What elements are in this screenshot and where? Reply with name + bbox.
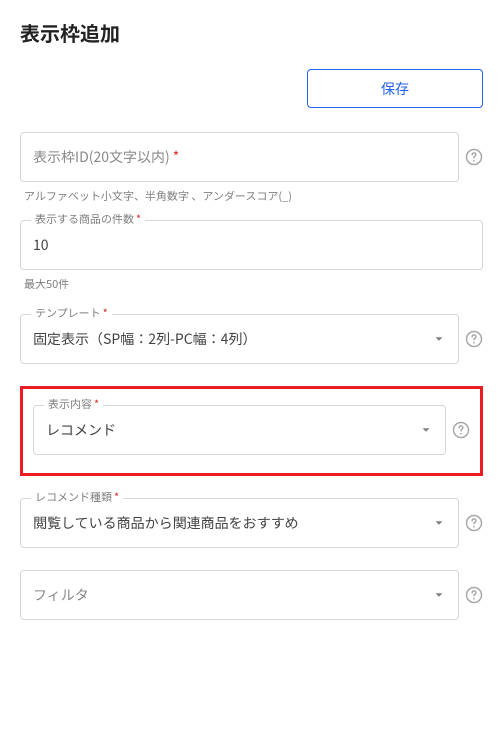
chevron-down-icon [419, 423, 433, 437]
item-count-hint: 最大50件 [24, 276, 483, 292]
item-count-wrap[interactable]: 表示する商品の件数 * [20, 220, 483, 270]
field-slot-id: 表示枠ID(20文字以内) * アルファベット小文字、半角数字 、アンダースコア… [20, 132, 483, 204]
help-icon[interactable] [465, 330, 483, 348]
field-filter: フィルタ [20, 570, 483, 620]
content-value: レコメンド [46, 420, 116, 440]
chevron-down-icon [432, 516, 446, 530]
slot-id-label: 表示枠ID(20文字以内) * [33, 147, 179, 167]
save-button-label: 保存 [381, 79, 409, 99]
help-icon[interactable] [465, 514, 483, 532]
help-icon[interactable] [465, 586, 483, 604]
highlight-frame-content: 表示内容 * レコメンド [20, 386, 483, 476]
help-icon[interactable] [452, 421, 470, 439]
recommend-type-label: レコメンド種類 * [31, 491, 123, 504]
filter-label: フィルタ [33, 585, 89, 605]
field-item-count: 表示する商品の件数 * 最大50件 [20, 220, 483, 292]
content-select[interactable]: 表示内容 * レコメンド [33, 405, 446, 455]
recommend-type-select[interactable]: レコメンド種類 * 閲覧している商品から関連商品をおすすめ [20, 498, 459, 548]
chevron-down-icon [432, 332, 446, 346]
chevron-down-icon [432, 588, 446, 602]
field-recommend-type: レコメンド種類 * 閲覧している商品から関連商品をおすすめ [20, 498, 483, 548]
item-count-label: 表示する商品の件数 * [31, 213, 145, 226]
save-button[interactable]: 保存 [307, 69, 483, 108]
recommend-type-value: 閲覧している商品から関連商品をおすすめ [33, 513, 299, 533]
slot-id-hint: アルファベット小文字、半角数字 、アンダースコア(_) [24, 188, 483, 204]
field-template: テンプレート * 固定表示（SP幅：2列-PC幅：4列） [20, 314, 483, 364]
page-title: 表示枠追加 [20, 18, 483, 47]
slot-id-input-wrap[interactable]: 表示枠ID(20文字以内) * [20, 132, 459, 182]
content-label: 表示内容 * [44, 398, 103, 411]
template-label: テンプレート * [31, 307, 112, 320]
help-icon[interactable] [465, 148, 483, 166]
item-count-input[interactable] [33, 235, 470, 255]
template-select[interactable]: テンプレート * 固定表示（SP幅：2列-PC幅：4列） [20, 314, 459, 364]
save-row: 保存 [20, 69, 483, 108]
filter-select[interactable]: フィルタ [20, 570, 459, 620]
template-value: 固定表示（SP幅：2列-PC幅：4列） [33, 329, 256, 349]
